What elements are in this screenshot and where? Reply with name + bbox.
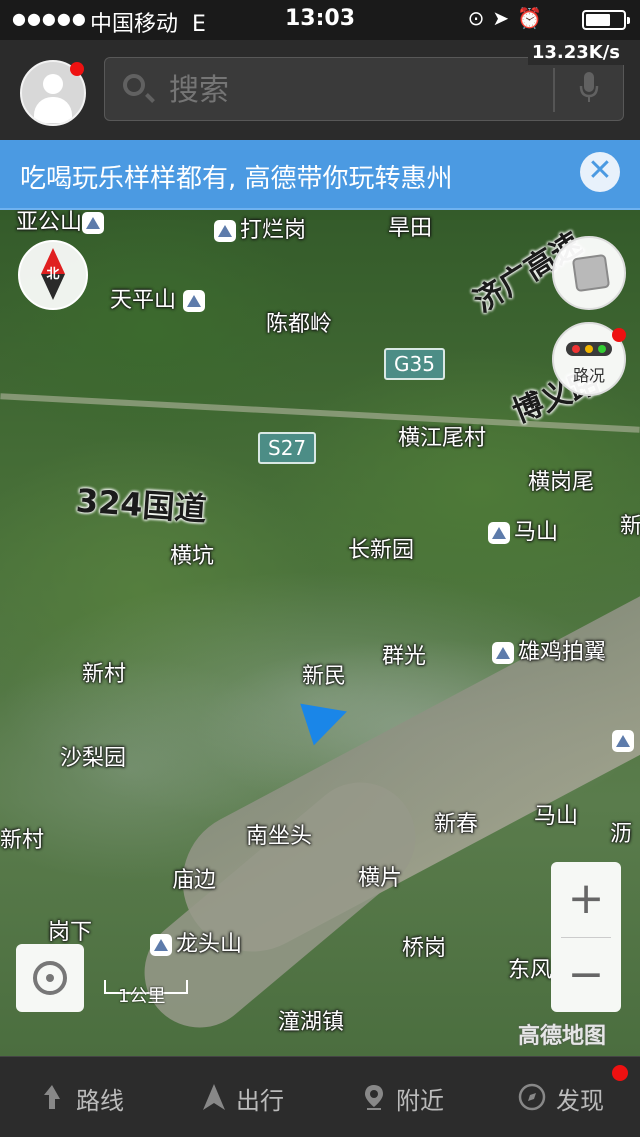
promo-banner-text: 吃喝玩乐样样都有, 高德带你玩转惠州 [20,164,453,194]
place-label: 亚公山 [16,210,108,236]
search-box[interactable] [104,57,624,121]
place-label: 打烂岗 [214,212,306,244]
place-label: 新 [620,514,640,539]
place-label: 天平山 [110,282,209,314]
tab-travel[interactable]: 出行 [160,1057,320,1137]
satellite-map[interactable]: 济广高速 博义路 324国道 G35 S27 亚公山 打烂岗 旱田 天平山 陈都… [0,210,640,1056]
place-label: 长新园 [348,538,415,563]
tab-nearby[interactable]: 附近 [320,1057,480,1137]
place-label: 潼湖镇 [278,1010,345,1035]
battery-icon [582,10,630,30]
status-bar: ●●●●● 中国移动 E 13:03 ⊙➤⏰ [0,0,640,40]
top-bar: 13.23K/s [0,40,640,140]
alarm-icon: ⏰ [517,6,550,30]
mountain-icon [488,522,510,544]
mountain-icon [150,934,172,956]
mountain-icon [612,730,634,752]
tab-route-label: 路线 [76,1087,124,1115]
highway-shield-s27: S27 [258,432,317,464]
network-speed: 13.23K/s [527,40,624,65]
close-icon[interactable]: ✕ [580,152,620,192]
traffic-label: 路况 [572,366,605,385]
location-pin-icon [365,1085,383,1110]
place-label: 马山 [488,514,558,546]
place-label: 陈都岭 [266,312,333,337]
road-label-g324: 324国道 [74,481,208,529]
place-label: 横坑 [170,544,215,569]
search-input[interactable] [167,66,531,114]
highway-shield-g35: G35 [384,348,445,380]
search-icon [123,74,145,96]
search-divider [553,68,555,112]
layers-icon [571,253,611,293]
location-arrow-icon: ➤ [492,6,518,30]
place-label: 群光 [382,644,427,669]
map-layers-button[interactable] [552,236,626,310]
place-label: 横片 [358,866,403,891]
tab-discover-label: 发现 [556,1087,604,1115]
place-label: 横江尾村 [398,426,487,451]
locate-me-button[interactable] [16,944,84,1012]
place-label: 沙梨园 [60,746,127,771]
zoom-out-button[interactable]: − [551,938,621,1012]
crosshair-center [46,974,54,982]
tab-route[interactable]: 路线 [0,1057,160,1137]
navigation-arrow-icon [203,1084,225,1110]
place-label: 庙边 [172,868,217,893]
mountain-icon [183,290,206,312]
place-label [612,728,638,753]
tab-nearby-label: 附近 [396,1087,444,1115]
place-label: 新春 [434,812,479,837]
avatar-body-shape [34,97,72,123]
place-label: 岗下 [48,920,93,945]
place-label: 新村 [0,828,45,853]
compass-north-label: 北 [46,267,60,282]
place-label: 龙头山 [150,926,242,958]
place-label: 新民 [302,664,347,689]
zoom-control: + − [551,862,621,1012]
map-scale-label: 1公里 [118,986,166,1007]
compass-icon [518,1083,546,1111]
mountain-icon [82,212,105,234]
place-label: 东风 [508,958,553,983]
place-label: 旱田 [388,216,433,241]
place-label: 横岗尾 [528,470,595,495]
place-label: 南坐头 [246,824,313,849]
zoom-in-button[interactable]: + [551,862,621,936]
avatar-head-shape [43,74,63,94]
discover-notification-dot [612,1065,628,1081]
place-label: 桥岗 [402,936,447,961]
mountain-icon [492,642,514,664]
mountain-icon [214,220,236,242]
promo-banner[interactable]: 吃喝玩乐样样都有, 高德带你玩转惠州 ✕ [0,140,640,210]
place-label: 马山 [534,804,579,829]
place-label: 沥 [610,822,633,847]
rotation-lock-icon: ⊙ [467,6,493,30]
place-label: 雄鸡拍翼 [492,634,606,666]
place-label: 新村 [82,662,127,687]
traffic-light-icon [566,342,612,356]
bottom-tab-bar: 路线 出行 附近 发现 [0,1056,640,1137]
compass-icon[interactable]: 北 [18,240,88,310]
status-icons: ⊙➤⏰ [468,6,550,30]
tab-travel-label: 出行 [236,1087,284,1115]
amap-logo: 高德地图 [518,1024,607,1049]
route-icon [44,1085,60,1109]
avatar-notification-dot [70,62,84,76]
traffic-notification-dot [612,328,626,342]
microphone-icon[interactable] [579,72,599,104]
